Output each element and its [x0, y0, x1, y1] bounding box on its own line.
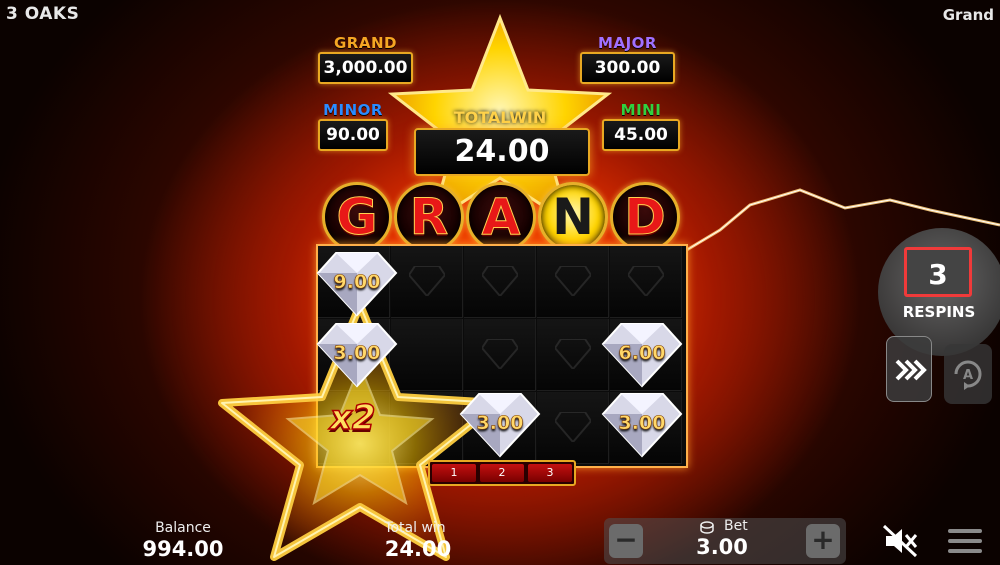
footer-total-win-value: 24.00 — [384, 537, 452, 561]
balance-label: Balance — [155, 520, 211, 536]
menu-icon[interactable] — [946, 526, 984, 556]
gem-value: 9.00 — [333, 271, 381, 294]
sound-muted-icon[interactable] — [882, 524, 920, 558]
respin-tracker: 1 2 3 — [428, 460, 576, 486]
gem-value: 6.00 — [618, 342, 666, 365]
respin-tracker-step: 2 — [480, 464, 524, 482]
jackpot-major-label: MAJOR — [598, 34, 657, 52]
bet-value: 3.00 — [696, 535, 748, 559]
bet-increase-button[interactable]: + — [806, 524, 840, 558]
respin-tracker-step: 3 — [528, 464, 572, 482]
gem-value: 3.00 — [333, 342, 381, 365]
grand-letter-r: R — [394, 182, 464, 252]
jackpot-grand-value: 3,000.00 — [318, 52, 413, 84]
fast-forward-button[interactable] — [886, 336, 932, 402]
autoplay-icon: A — [954, 360, 982, 390]
jackpot-mini-value: 45.00 — [602, 119, 680, 151]
respin-tracker-step: 1 — [432, 464, 476, 482]
jackpot-minor-value: 90.00 — [318, 119, 388, 151]
gem-symbol: 9.00 — [316, 247, 398, 319]
gem-symbol: 3.00 — [459, 388, 541, 460]
gem-symbol: 3.00 — [316, 318, 398, 390]
respins-label: RESPINS — [902, 303, 976, 321]
grand-letter-n: N — [538, 182, 608, 252]
fast-forward-icon — [895, 359, 927, 381]
respins-count: 3 — [904, 247, 972, 297]
jackpot-major: MAJOR 300.00 — [580, 34, 675, 84]
jackpot-mini: MINI 45.00 — [602, 101, 680, 151]
gem-symbol: 3.00 — [601, 388, 683, 460]
gem-value: 3.00 — [476, 412, 524, 435]
game-mode-label: Grand — [942, 6, 994, 24]
gem-value: 3.00 — [618, 412, 666, 435]
coins-icon — [700, 521, 714, 534]
jackpot-minor: MINOR 90.00 — [318, 101, 388, 151]
jackpot-minor-label: MINOR — [323, 101, 383, 119]
svg-text:A: A — [963, 368, 973, 383]
brand-logo: 3 OAKS — [6, 4, 80, 24]
grand-letter-d: D — [610, 182, 680, 252]
grand-letter-g: G — [322, 182, 392, 252]
bet-decrease-button[interactable]: − — [609, 524, 643, 558]
bet-label: Bet — [724, 518, 748, 534]
autoplay-button[interactable]: A — [944, 344, 992, 404]
grand-letter-a: A — [466, 182, 536, 252]
gem-symbol: 6.00 — [601, 318, 683, 390]
jackpot-major-value: 300.00 — [580, 52, 675, 84]
total-win-value: 24.00 — [414, 128, 590, 176]
total-win-label: TOTALWIN — [453, 108, 547, 127]
jackpot-mini-label: MINI — [620, 101, 662, 119]
jackpot-grand: GRAND 3,000.00 — [318, 34, 413, 84]
footer-total-win-label: Total win — [384, 520, 446, 536]
balance-value: 994.00 — [142, 537, 224, 561]
multiplier-symbol: x2 — [329, 397, 376, 439]
jackpot-grand-label: GRAND — [334, 34, 397, 52]
